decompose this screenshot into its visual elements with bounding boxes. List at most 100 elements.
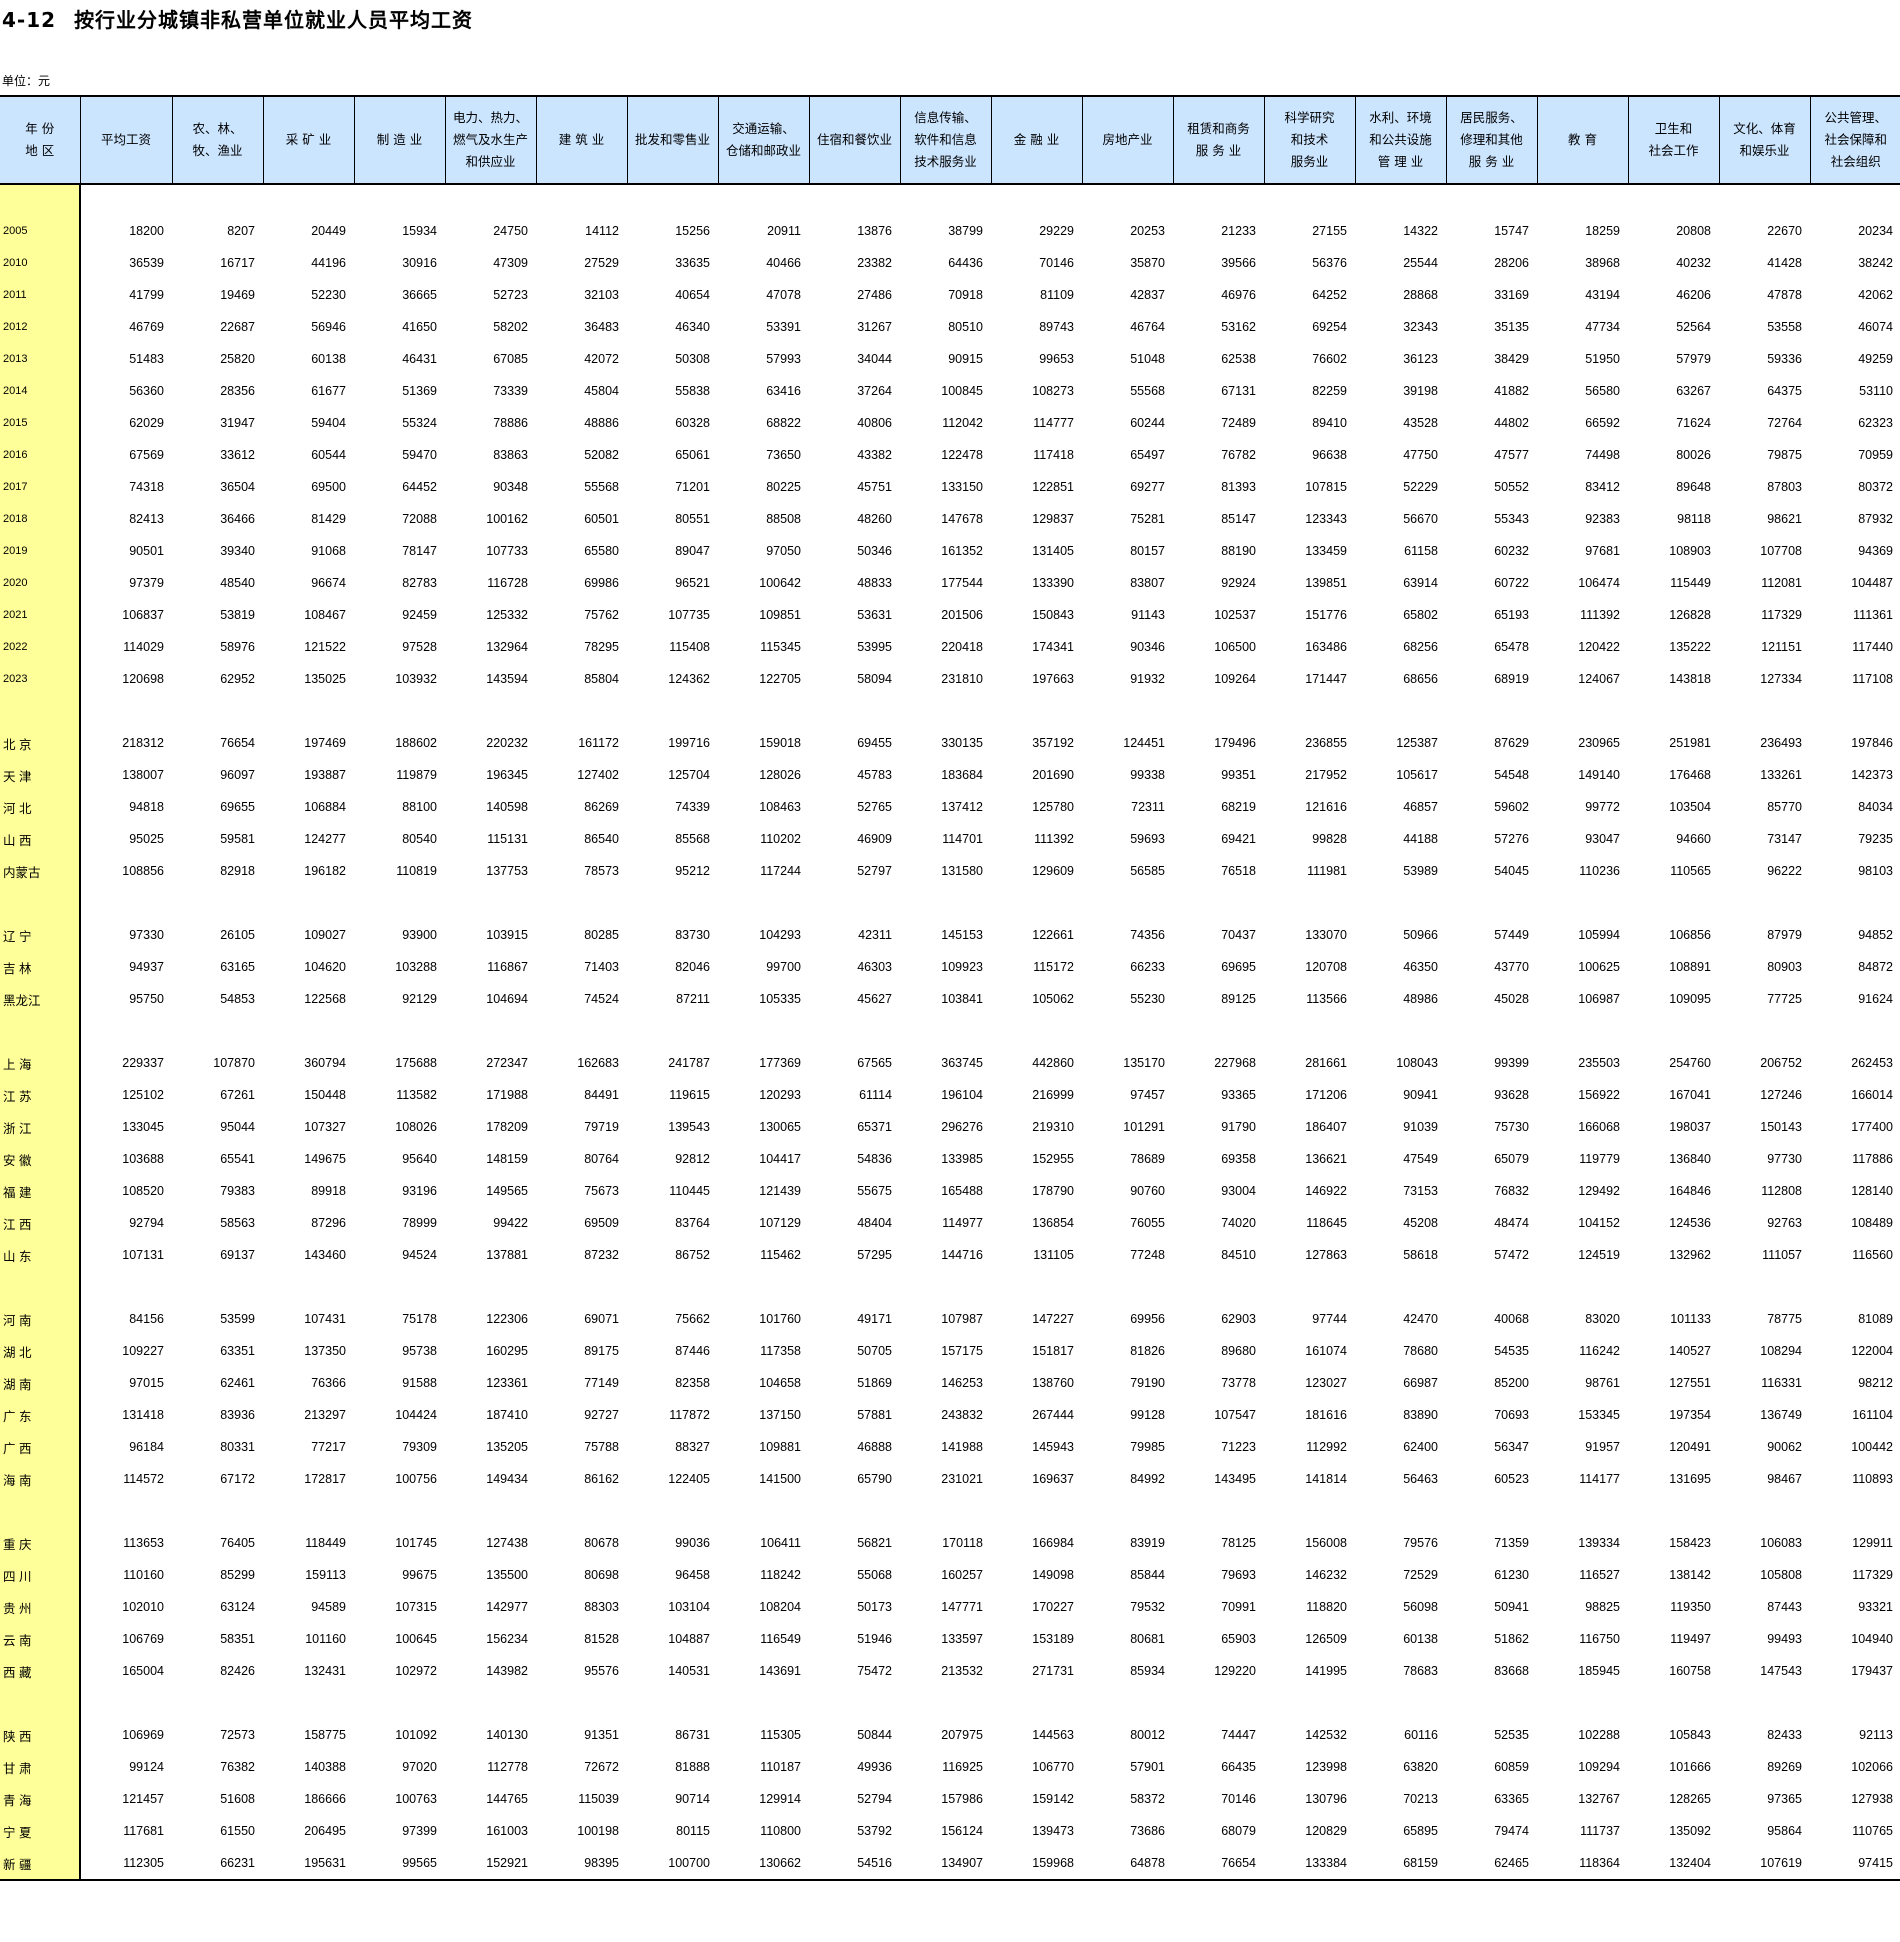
year-label: 2017 (0, 471, 81, 503)
wage-cell: 186407 (1305, 1120, 1347, 1134)
wage-cell: 83668 (1494, 1664, 1529, 1678)
wage-cell: 84510 (1221, 1248, 1256, 1262)
wage-cell: 92113 (1859, 1728, 1893, 1742)
wage-cell: 108204 (759, 1600, 801, 1614)
wage-cell: 85844 (1130, 1568, 1165, 1582)
wage-cell: 84156 (129, 1312, 164, 1326)
wage-cell: 169637 (1032, 1472, 1074, 1486)
spacer-cell (1810, 1271, 1900, 1303)
wage-cell: 79383 (220, 1184, 255, 1198)
year-label: 2021 (0, 599, 81, 631)
wage-cell: 93196 (402, 1184, 437, 1198)
wage-cell: 94818 (129, 800, 164, 814)
wage-cell: 149565 (486, 1184, 528, 1198)
wage-cell: 243832 (941, 1408, 983, 1422)
spacer-cell (172, 887, 263, 919)
table-row: 黑龙江 95750 54853 122568 92129 104694 74524 87211… (0, 983, 1900, 1015)
wage-cell: 32343 (1403, 320, 1438, 334)
wage-cell: 75662 (675, 1312, 710, 1326)
wage-cell: 66233 (1130, 960, 1165, 974)
wage-cell: 19469 (220, 288, 255, 302)
column-header-line: 教 育 (1568, 132, 1597, 147)
wage-cell: 97015 (129, 1376, 164, 1390)
spacer-cell (263, 184, 354, 215)
wage-cell: 99565 (354, 1847, 445, 1881)
wage-cell: 177400 (1851, 1120, 1893, 1134)
wage-cell: 54535 (1494, 1344, 1529, 1358)
region-label: 甘 肃 (0, 1751, 81, 1783)
spacer-cell (991, 1495, 1082, 1527)
wage-cell: 60859 (1494, 1760, 1529, 1774)
wage-cell: 110800 (760, 1824, 801, 1838)
column-header: 教 育 (1536, 95, 1628, 185)
wage-cell: 92812 (675, 1152, 710, 1166)
wage-cell: 95750 (129, 992, 164, 1006)
wage-cell: 117244 (760, 864, 801, 878)
spacer-cell (627, 184, 718, 215)
wage-cell: 46764 (1130, 320, 1165, 334)
spacer-cell (809, 1271, 900, 1303)
wage-cell: 57979 (1676, 352, 1711, 366)
wage-cell: 133985 (941, 1152, 983, 1166)
wage-cell: 82918 (220, 864, 255, 878)
wage-cell: 107735 (668, 608, 710, 622)
wage-cell: 106884 (304, 800, 346, 814)
wage-cell: 121522 (304, 640, 346, 654)
wage-cell: 94660 (1676, 832, 1711, 846)
table-row: 西 藏 165004 82426 132431 102972 143982 95576 140… (0, 1655, 1900, 1687)
table-row: 内蒙古 108856 82918 196182 110819 137753 78573 952… (0, 855, 1900, 887)
wage-cell: 119350 (1670, 1600, 1711, 1614)
region-label: 新 疆 (0, 1847, 81, 1881)
spacer-cell (1537, 1495, 1628, 1527)
wage-cell: 80681 (1130, 1632, 1165, 1646)
column-header-line: 软件和信息 (914, 132, 977, 147)
wage-cell: 50844 (857, 1728, 892, 1742)
wage-cell: 197663 (1032, 672, 1074, 686)
wage-cell: 80115 (676, 1824, 710, 1838)
spacer-cell (1810, 184, 1900, 215)
spacer-cell (80, 1495, 172, 1527)
wage-cell: 126509 (1305, 1632, 1347, 1646)
column-header: 居民服务、 修理和其他服 务 业 (1445, 95, 1537, 185)
wage-cell: 68219 (1221, 800, 1256, 814)
spacer-cell (354, 1271, 445, 1303)
wage-cell: 61677 (311, 384, 346, 398)
spacer-cell (1264, 1015, 1355, 1047)
column-header-line: 和公共设施 (1369, 132, 1432, 147)
wage-cell: 133390 (1032, 576, 1074, 590)
wage-cell: 20234 (1858, 224, 1893, 238)
wage-cell: 104487 (1851, 576, 1893, 590)
wage-cell: 85770 (1767, 800, 1802, 814)
wage-cell: 32103 (584, 288, 619, 302)
wage-cell: 69071 (584, 1312, 619, 1326)
wage-cell: 187410 (486, 1408, 528, 1422)
region-label: 山 西 (0, 823, 81, 855)
header-row: 年 份地 区 平均工资 农、林、 牧、渔业 采 矿 业 制 造 业 电力、热力、 燃气及水生产… (0, 95, 1900, 185)
wage-cell: 91790 (1221, 1120, 1256, 1134)
wage-cell: 92459 (402, 608, 437, 622)
region-label: 西 藏 (0, 1655, 81, 1687)
wage-cell: 50705 (857, 1344, 892, 1358)
year-label: 2011 (0, 279, 81, 311)
wage-cell: 41882 (1494, 384, 1529, 398)
wage-cell: 77149 (584, 1376, 619, 1390)
spacer-cell (1446, 1495, 1537, 1527)
spacer-cell (1355, 1687, 1446, 1719)
wage-cell: 55230 (1130, 992, 1165, 1006)
wage-cell: 118645 (1306, 1216, 1347, 1230)
wage-cell: 113582 (396, 1088, 437, 1102)
wage-cell: 69509 (584, 1216, 619, 1230)
wage-cell: 79532 (1130, 1600, 1165, 1614)
wage-cell: 63820 (1403, 1760, 1438, 1774)
wage-cell: 100645 (395, 1632, 437, 1646)
wage-cell: 87446 (675, 1344, 710, 1358)
wage-cell: 33635 (675, 256, 710, 270)
column-header-line: 管 理 业 (1377, 154, 1424, 169)
wage-cell: 114572 (123, 1472, 164, 1486)
wage-cell: 90714 (675, 1792, 710, 1806)
wage-cell: 95640 (402, 1152, 437, 1166)
spacer-cell (627, 887, 718, 919)
wage-cell: 30916 (402, 256, 437, 270)
wage-cell: 117872 (669, 1408, 710, 1422)
wage-cell: 89410 (1312, 416, 1347, 430)
